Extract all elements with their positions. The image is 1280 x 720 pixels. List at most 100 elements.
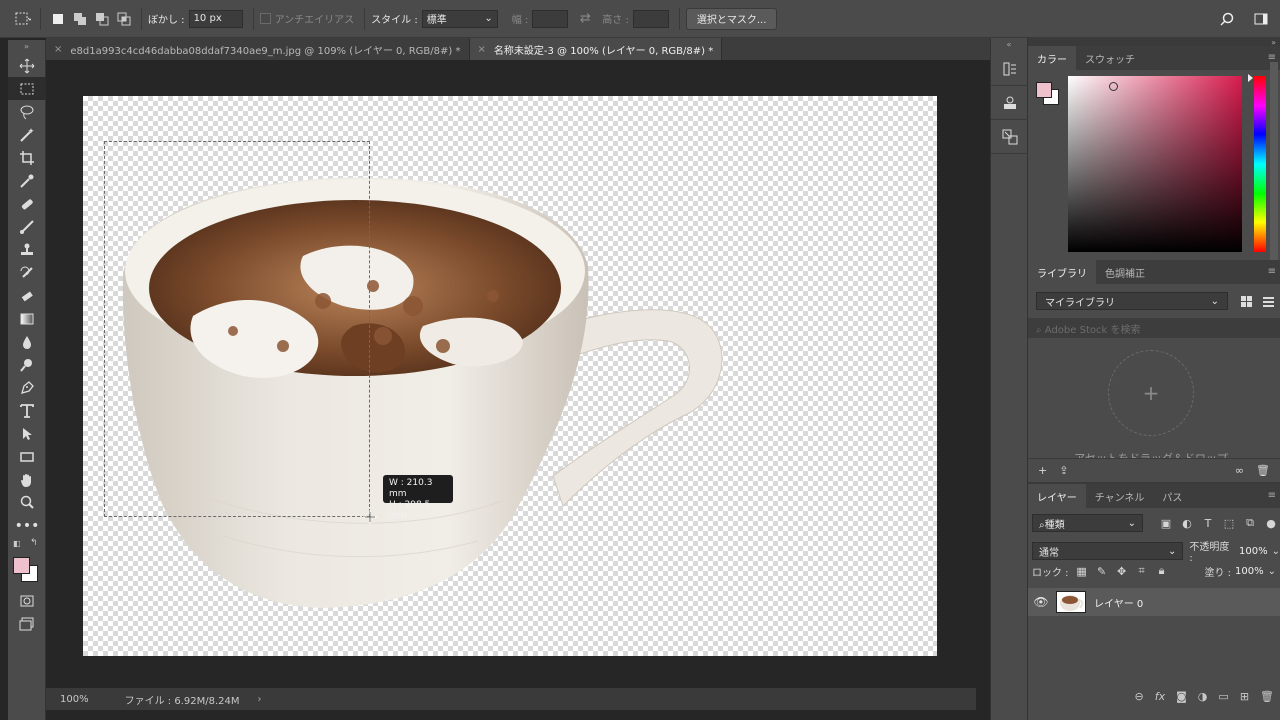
antialias-checkbox[interactable] xyxy=(259,13,271,24)
layer-mask-icon[interactable]: ◙ xyxy=(1176,690,1187,703)
height-input[interactable] xyxy=(632,9,669,28)
tab-document-2[interactable]: × 名称未設定-3 @ 100% (レイヤー 0, RGB/8#) * xyxy=(469,38,723,60)
add-content-icon[interactable]: + xyxy=(1038,464,1047,477)
fill-value[interactable]: 100% xyxy=(1235,566,1264,577)
foreground-color-swatch[interactable] xyxy=(1036,82,1052,98)
filter-toggle-icon[interactable]: ● xyxy=(1262,514,1280,532)
layer-style-icon[interactable]: fx xyxy=(1155,690,1165,703)
rectangular-marquee-tool-icon[interactable] xyxy=(8,77,46,100)
type-tool-icon[interactable] xyxy=(8,399,46,422)
collapse-arrows-icon[interactable]: » xyxy=(8,40,45,54)
delete-icon[interactable]: 🗑︎ xyxy=(1256,464,1270,477)
new-selection-icon[interactable] xyxy=(47,8,69,30)
smart-object-filter-icon[interactable]: ⧉ xyxy=(1241,514,1259,532)
collapse-arrows-icon[interactable]: « xyxy=(991,38,1027,52)
magic-wand-tool-icon[interactable] xyxy=(8,123,46,146)
zoom-tool-icon[interactable] xyxy=(8,491,46,514)
hue-slider-handle[interactable] xyxy=(1248,74,1253,82)
new-group-icon[interactable]: ▭ xyxy=(1218,690,1228,703)
eraser-tool-icon[interactable] xyxy=(8,284,46,307)
lock-position-icon[interactable]: ✥ xyxy=(1113,562,1131,580)
hand-tool-icon[interactable] xyxy=(8,468,46,491)
lock-transparent-pixels-icon[interactable]: ▦ xyxy=(1073,562,1091,580)
close-icon[interactable]: × xyxy=(478,44,486,55)
search-icon[interactable] xyxy=(1216,8,1238,30)
lock-all-icon[interactable]: 🔒︎ xyxy=(1153,562,1171,580)
intersect-selection-icon[interactable] xyxy=(113,8,135,30)
library-select[interactable]: マイライブラリ ⌄ xyxy=(1036,292,1228,310)
tab-color[interactable]: カラー xyxy=(1028,46,1076,70)
canvas-area[interactable]: W : 210.3 mm H : 298.5 mm xyxy=(46,60,976,688)
type-layer-filter-icon[interactable]: T xyxy=(1199,514,1217,532)
shape-layer-filter-icon[interactable]: ⬚ xyxy=(1220,514,1238,532)
adjustment-layer-filter-icon[interactable]: ◐ xyxy=(1178,514,1196,532)
path-selection-tool-icon[interactable] xyxy=(8,422,46,445)
status-menu-arrow-icon[interactable]: › xyxy=(257,694,261,705)
quick-mask-icon[interactable] xyxy=(8,589,46,612)
healing-brush-tool-icon[interactable] xyxy=(8,192,46,215)
default-colors-icon[interactable]: ◧ xyxy=(13,539,21,548)
clone-stamp-tool-icon[interactable] xyxy=(8,238,46,261)
style-select[interactable]: 標準 ⌄ xyxy=(421,9,498,28)
chevron-down-icon[interactable]: ⌄ xyxy=(1272,546,1280,557)
opacity-value[interactable]: 100% xyxy=(1239,546,1268,557)
pen-tool-icon[interactable] xyxy=(8,376,46,399)
document-canvas[interactable]: W : 210.3 mm H : 298.5 mm xyxy=(83,96,937,656)
history-panel-icon[interactable] xyxy=(991,52,1029,86)
panel-menu-icon[interactable]: ≡ xyxy=(1268,266,1276,277)
screen-mode-icon[interactable] xyxy=(8,612,46,635)
move-tool-icon[interactable] xyxy=(8,54,46,77)
panel-menu-icon[interactable]: ≡ xyxy=(1268,490,1276,501)
delete-layer-icon[interactable]: 🗑︎ xyxy=(1260,690,1274,703)
chevron-down-icon[interactable]: ⌄ xyxy=(1268,566,1276,577)
tab-document-1[interactable]: × e8d1a993c4cd46dabba08ddaf7340ae9_m.jpg … xyxy=(46,38,470,60)
hue-slider[interactable] xyxy=(1254,76,1266,252)
workspace-icon[interactable] xyxy=(1250,8,1272,30)
add-to-selection-icon[interactable] xyxy=(69,8,91,30)
drop-zone[interactable]: + xyxy=(1108,350,1194,436)
tab-channels[interactable]: チャンネル xyxy=(1086,484,1154,508)
rectangle-tool-icon[interactable] xyxy=(8,445,46,468)
tab-layers[interactable]: レイヤー xyxy=(1028,484,1086,508)
crop-tool-icon[interactable] xyxy=(8,146,46,169)
properties-panel-icon[interactable] xyxy=(991,86,1029,120)
blur-tool-icon[interactable] xyxy=(8,330,46,353)
creative-cloud-icon[interactable]: ∞ xyxy=(1235,464,1244,477)
tab-paths[interactable]: パス xyxy=(1153,484,1191,508)
adjustment-layer-icon[interactable]: ◑ xyxy=(1198,690,1208,703)
lock-artboard-icon[interactable]: ⌗ xyxy=(1133,562,1151,580)
zoom-level[interactable]: 100% xyxy=(60,694,89,705)
lasso-tool-icon[interactable] xyxy=(8,100,46,123)
brush-tool-icon[interactable] xyxy=(8,215,46,238)
upload-icon[interactable]: ⇪ xyxy=(1059,464,1068,477)
tab-adjustments[interactable]: 色調補正 xyxy=(1096,260,1154,284)
layer-name[interactable]: レイヤー 0 xyxy=(1094,595,1143,610)
grid-view-icon[interactable] xyxy=(1238,293,1254,309)
color-picker-cursor[interactable] xyxy=(1109,82,1118,91)
tab-libraries[interactable]: ライブラリ xyxy=(1028,260,1096,284)
new-layer-icon[interactable]: ⊞ xyxy=(1240,690,1249,703)
swap-colors-icon[interactable]: ↰ xyxy=(30,538,38,548)
feather-input[interactable]: 10 px xyxy=(188,9,243,28)
close-icon[interactable]: × xyxy=(54,44,62,55)
lock-image-pixels-icon[interactable]: ✎ xyxy=(1093,562,1111,580)
adjustments-panel-icon[interactable] xyxy=(991,120,1029,154)
eyedropper-tool-icon[interactable] xyxy=(8,169,46,192)
list-view-icon[interactable] xyxy=(1260,293,1276,309)
swap-dimensions-icon[interactable]: ⇄ xyxy=(574,8,596,30)
blend-mode-select[interactable]: 通常 ⌄ xyxy=(1032,542,1184,560)
history-brush-tool-icon[interactable] xyxy=(8,261,46,284)
more-tools-icon[interactable]: ••• xyxy=(8,514,46,537)
color-field[interactable] xyxy=(1068,76,1242,252)
dodge-tool-icon[interactable] xyxy=(8,353,46,376)
layer-filter-select[interactable]: ⌕種類 ⌄ xyxy=(1032,514,1143,532)
link-layers-icon[interactable]: ⊖ xyxy=(1135,690,1144,703)
panel-scrollbar[interactable] xyxy=(1270,62,1278,262)
foreground-color-swatch[interactable] xyxy=(13,557,30,574)
pixel-layer-filter-icon[interactable]: ▣ xyxy=(1157,514,1175,532)
select-and-mask-button[interactable]: 選択とマスク... xyxy=(685,7,778,30)
gradient-tool-icon[interactable] xyxy=(8,307,46,330)
eye-icon[interactable]: 👁︎ xyxy=(1028,595,1054,609)
subtract-from-selection-icon[interactable] xyxy=(91,8,113,30)
width-input[interactable] xyxy=(532,9,569,28)
